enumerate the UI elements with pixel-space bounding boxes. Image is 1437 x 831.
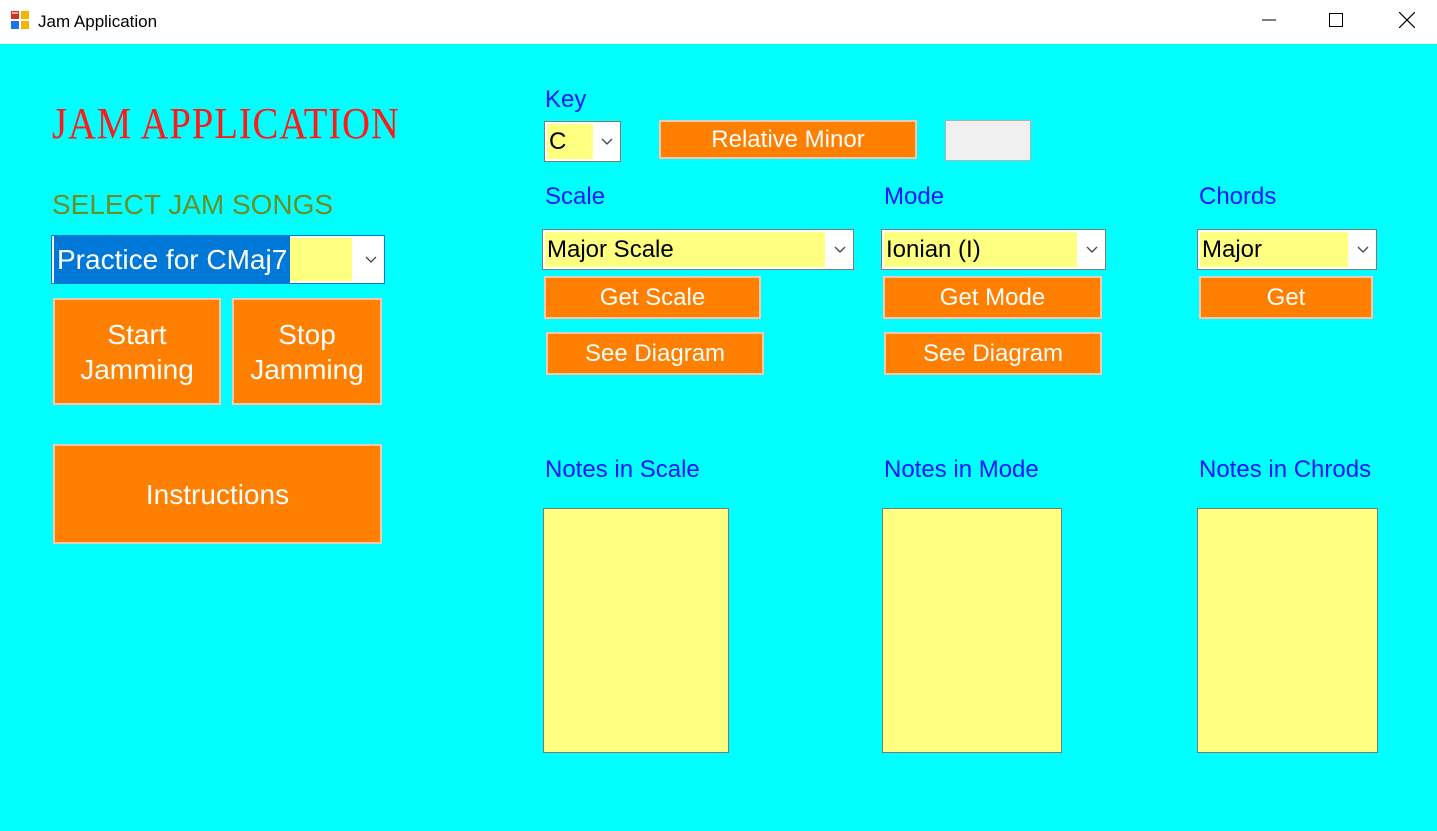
title-bar: Jam Application (0, 0, 1437, 44)
minimize-button[interactable] (1234, 0, 1304, 44)
mode-see-diagram-button[interactable]: See Diagram (884, 332, 1102, 375)
scale-select-value: Major Scale (545, 232, 825, 267)
stop-jamming-button[interactable]: Stop Jamming (232, 298, 382, 405)
mode-label: Mode (884, 183, 945, 210)
chords-select[interactable]: Major (1197, 229, 1377, 270)
instructions-button[interactable]: Instructions (53, 444, 382, 544)
get-scale-button[interactable]: Get Scale (544, 276, 761, 319)
chords-label: Chords (1199, 183, 1277, 210)
scale-see-diagram-button[interactable]: See Diagram (546, 332, 764, 375)
chords-select-value: Major (1200, 232, 1348, 267)
app-heading: JAM APPLICATION (52, 99, 400, 148)
start-jamming-button[interactable]: Start Jamming (53, 298, 221, 405)
notes-in-mode-box[interactable] (882, 508, 1062, 753)
app-icon (11, 11, 29, 29)
close-icon (1398, 11, 1416, 33)
relative-minor-button[interactable]: Relative Minor (659, 120, 917, 159)
notes-in-chords-label: Notes in Chrods (1199, 456, 1372, 483)
start-line2: Jamming (80, 353, 194, 385)
key-select-value: C (547, 124, 593, 159)
stop-line1: Stop (278, 318, 336, 350)
scale-select[interactable]: Major Scale (542, 229, 854, 270)
chevron-down-icon[interactable] (1350, 230, 1376, 269)
form-client-area: JAM APPLICATION SELECT JAM SONGS Practic… (0, 44, 1437, 831)
stop-line2: Jamming (250, 353, 364, 385)
relative-minor-result (945, 120, 1031, 161)
get-chords-button[interactable]: Get (1199, 276, 1373, 319)
chevron-down-icon[interactable] (358, 236, 384, 283)
mode-select-value: Ionian (I) (884, 232, 1077, 267)
notes-in-chords-box[interactable] (1197, 508, 1378, 753)
key-label: Key (545, 86, 587, 113)
close-button[interactable] (1372, 0, 1437, 44)
chevron-down-icon[interactable] (1079, 230, 1105, 269)
notes-in-mode-label: Notes in Mode (884, 456, 1039, 483)
song-select[interactable]: Practice for CMaj7 (51, 235, 385, 284)
key-select[interactable]: C (544, 121, 621, 162)
minimize-icon (1262, 13, 1276, 32)
maximize-icon (1329, 12, 1343, 32)
song-select-field: Practice for CMaj7 (54, 236, 352, 283)
notes-in-scale-label: Notes in Scale (545, 456, 700, 483)
notes-in-scale-box[interactable] (543, 508, 729, 753)
song-select-value: Practice for CMaj7 (54, 236, 291, 283)
scale-label: Scale (545, 183, 606, 210)
window-title: Jam Application (38, 12, 158, 31)
chevron-down-icon[interactable] (827, 230, 853, 269)
maximize-button[interactable] (1301, 0, 1371, 44)
chevron-down-icon[interactable] (594, 122, 620, 161)
get-mode-button[interactable]: Get Mode (883, 276, 1102, 319)
start-line1: Start (107, 318, 167, 350)
select-songs-label: SELECT JAM SONGS (52, 189, 334, 220)
mode-select[interactable]: Ionian (I) (881, 229, 1106, 270)
